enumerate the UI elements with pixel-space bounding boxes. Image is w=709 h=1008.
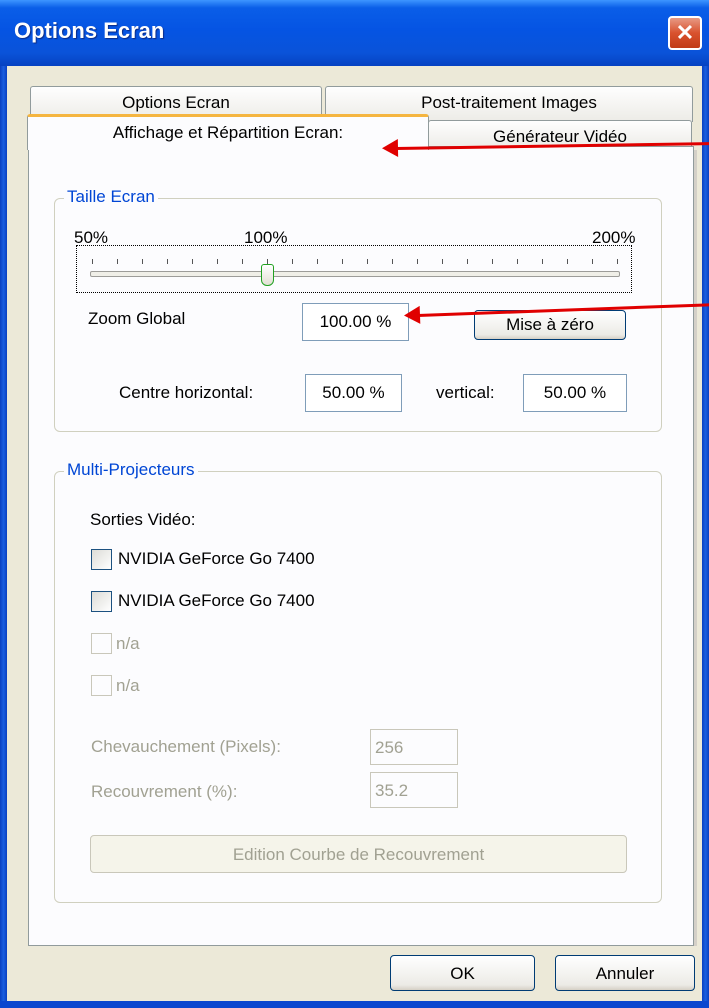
ok-button[interactable]: OK (390, 955, 535, 991)
slider-thumb[interactable] (261, 264, 274, 286)
slider-tick (292, 259, 293, 264)
output-checkbox-2[interactable] (91, 591, 112, 612)
slider-tick (417, 259, 418, 264)
slider-tick (192, 259, 193, 264)
recouvrement-input[interactable]: 35.2 (370, 772, 458, 808)
centre-horizontal-input[interactable]: 50.00 % (305, 374, 402, 412)
taille-ecran-legend: Taille Ecran (64, 187, 158, 207)
vertical-label: vertical: (436, 383, 495, 402)
slider-tick (242, 259, 243, 264)
output-label-3: n/a (116, 634, 140, 653)
sorties-video-label: Sorties Vidéo: (90, 510, 196, 529)
output-checkbox-4[interactable] (91, 675, 112, 696)
recouvrement-label: Recouvrement (%): (91, 782, 238, 801)
slider-tick (92, 259, 93, 264)
chevauchement-input[interactable]: 256 (370, 729, 458, 765)
output-checkbox-3[interactable] (91, 633, 112, 654)
edit-curve-button[interactable]: Edition Courbe de Recouvrement (90, 835, 627, 873)
slider-tick (517, 259, 518, 264)
slider-tick (117, 259, 118, 264)
reset-zoom-button[interactable]: Mise à zéro (474, 310, 626, 340)
centre-horizontal-label: Centre horizontal: (119, 383, 254, 402)
slider-tick (217, 259, 218, 264)
slider-tick (592, 259, 593, 264)
zoom-global-input[interactable]: 100.00 % (302, 303, 409, 341)
slider-track (90, 271, 620, 277)
output-checkbox-1[interactable] (91, 549, 112, 570)
slider-tick (542, 259, 543, 264)
slider-tick (167, 259, 168, 264)
slider-tick (492, 259, 493, 264)
output-label-4: n/a (116, 676, 140, 695)
slider-tick (142, 259, 143, 264)
options-ecran-dialog: Options Ecran ✕ Options Ecran Post-trait… (0, 0, 709, 1008)
zoom-slider[interactable] (76, 245, 632, 293)
slider-tick (342, 259, 343, 264)
panel-content: Taille Ecran 50% 100% 200% Zoom Global 1… (0, 0, 709, 1008)
slider-tick (392, 259, 393, 264)
slider-tick (367, 259, 368, 264)
multi-projecteurs-legend: Multi-Projecteurs (64, 460, 198, 480)
slider-tick (567, 259, 568, 264)
cancel-button[interactable]: Annuler (555, 955, 695, 991)
slider-tick (317, 259, 318, 264)
zoom-global-label: Zoom Global (88, 309, 186, 328)
chevauchement-label: Chevauchement (Pixels): (91, 737, 281, 756)
output-label-1: NVIDIA GeForce Go 7400 (118, 549, 315, 568)
slider-tick (442, 259, 443, 264)
slider-tick (617, 259, 618, 264)
slider-tick (467, 259, 468, 264)
vertical-input[interactable]: 50.00 % (523, 374, 627, 412)
output-label-2: NVIDIA GeForce Go 7400 (118, 591, 315, 610)
